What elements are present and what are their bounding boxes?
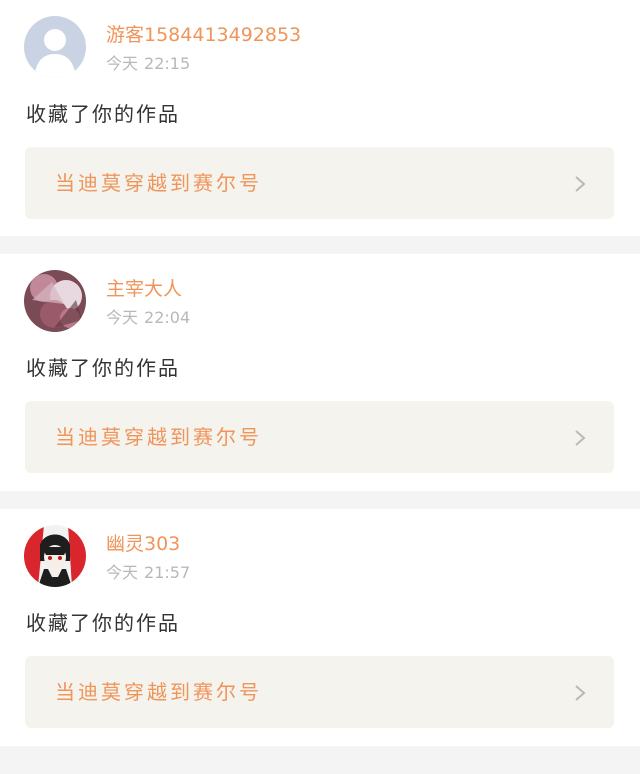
chevron-right-icon xyxy=(575,685,586,701)
timestamp-day: 今天 xyxy=(106,54,139,73)
timestamp: 今天 21:57 xyxy=(106,562,190,584)
timestamp-day: 今天 xyxy=(106,308,139,327)
notification-item: 游客1584413492853 今天 22:15 收藏了你的作品 当迪莫穿越到赛尔… xyxy=(0,0,640,236)
avatar[interactable] xyxy=(24,270,86,332)
avatar[interactable] xyxy=(24,16,86,78)
work-title: 当迪莫穿越到赛尔号 xyxy=(55,425,262,449)
default-user-icon xyxy=(24,16,86,78)
work-link-card[interactable]: 当迪莫穿越到赛尔号 xyxy=(25,401,614,473)
chevron-right-icon xyxy=(575,430,586,446)
username[interactable]: 游客1584413492853 xyxy=(106,22,301,48)
action-text: 收藏了你的作品 xyxy=(26,356,180,380)
anime-art-avatar xyxy=(24,270,86,332)
action-text: 收藏了你的作品 xyxy=(26,102,180,126)
action-text: 收藏了你的作品 xyxy=(26,611,180,635)
notification-item: 幽灵303 今天 21:57 收藏了你的作品 当迪莫穿越到赛尔号 xyxy=(0,509,640,746)
timestamp-day: 今天 xyxy=(106,563,139,582)
timestamp-time: 22:15 xyxy=(144,54,191,73)
work-link-card[interactable]: 当迪莫穿越到赛尔号 xyxy=(25,656,614,728)
work-title: 当迪莫穿越到赛尔号 xyxy=(55,680,262,704)
username[interactable]: 主宰大人 xyxy=(106,276,182,302)
avatar[interactable] xyxy=(24,525,86,587)
notification-feed: 游客1584413492853 今天 22:15 收藏了你的作品 当迪莫穿越到赛尔… xyxy=(0,0,640,746)
work-link-card[interactable]: 当迪莫穿越到赛尔号 xyxy=(25,147,614,219)
timestamp: 今天 22:15 xyxy=(106,53,190,75)
work-title: 当迪莫穿越到赛尔号 xyxy=(55,171,262,195)
timestamp: 今天 22:04 xyxy=(106,307,190,329)
anime-character-avatar xyxy=(24,525,86,587)
notification-item: 主宰大人 今天 22:04 收藏了你的作品 当迪莫穿越到赛尔号 xyxy=(0,254,640,491)
timestamp-time: 21:57 xyxy=(144,563,191,582)
timestamp-time: 22:04 xyxy=(144,308,191,327)
username[interactable]: 幽灵303 xyxy=(106,531,180,557)
chevron-right-icon xyxy=(575,176,586,192)
